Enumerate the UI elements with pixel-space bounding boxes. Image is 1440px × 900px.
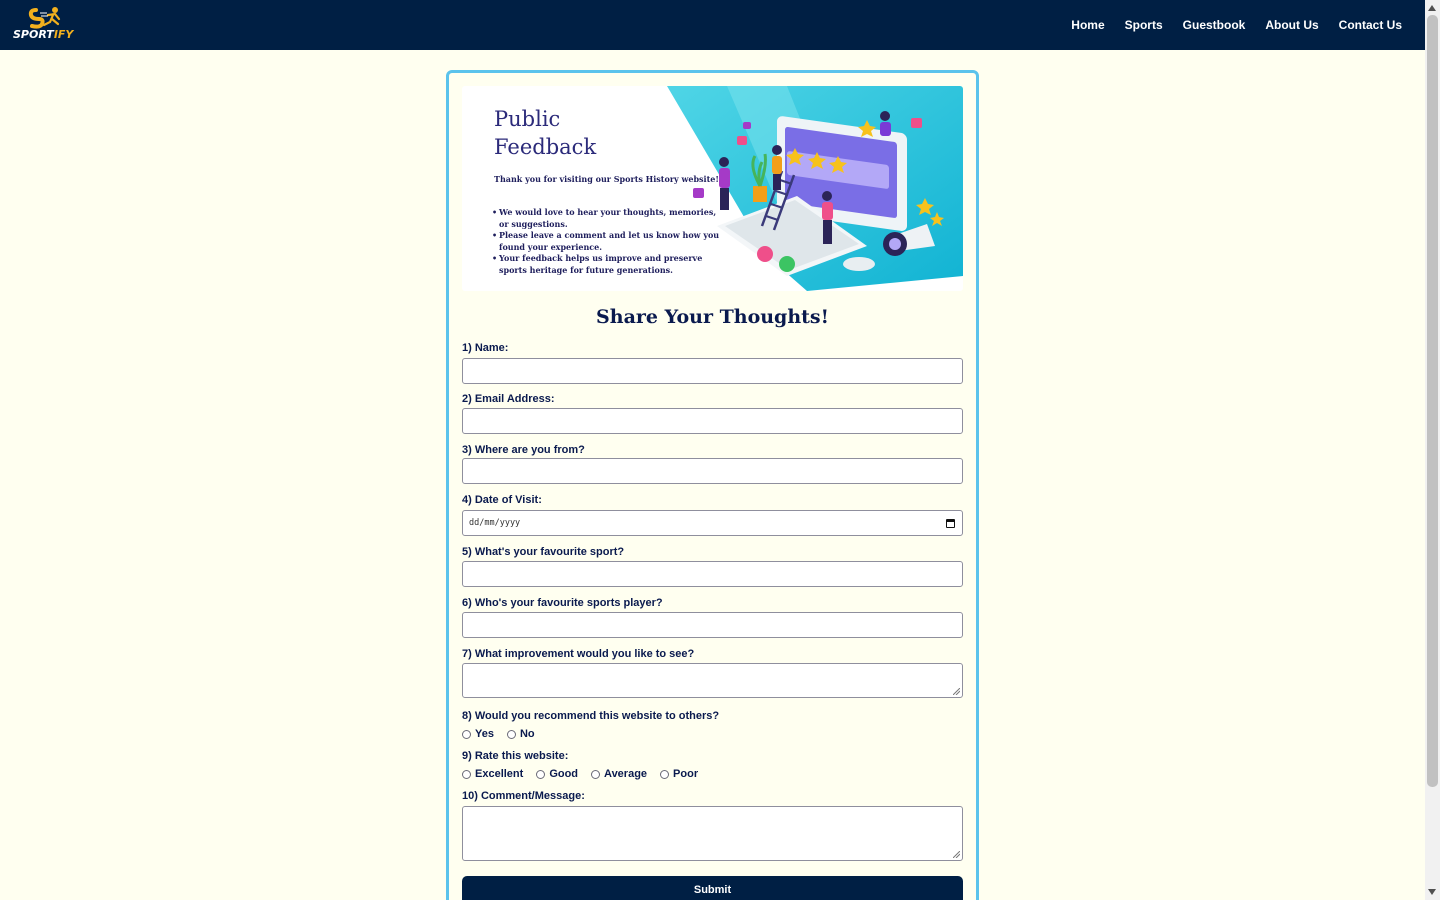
nav-links: Home Sports Guestbook About Us Contact U… bbox=[1051, 0, 1402, 50]
radio-circle-icon[interactable] bbox=[462, 769, 471, 779]
comment-textarea[interactable] bbox=[462, 806, 963, 861]
improvement-label: 7) What improvement would you like to se… bbox=[462, 648, 695, 660]
form-heading: Share Your Thoughts! bbox=[596, 306, 829, 328]
page-scrollbar[interactable] bbox=[1425, 0, 1440, 900]
nav-about-link[interactable]: About Us bbox=[1265, 18, 1318, 32]
recommend-no-option[interactable]: No bbox=[506, 728, 535, 740]
rating-radio-group: Excellent Good Average Poor bbox=[462, 768, 711, 780]
rating-label: 9) Rate this website: bbox=[462, 750, 569, 762]
radio-circle-icon[interactable] bbox=[506, 729, 516, 739]
scroll-up-arrow-icon[interactable] bbox=[1428, 5, 1436, 11]
improvement-textarea[interactable] bbox=[462, 663, 963, 698]
nav-contact-link[interactable]: Contact Us bbox=[1339, 18, 1402, 32]
favourite-sport-input[interactable] bbox=[462, 561, 963, 587]
recommend-radio-group: Yes No bbox=[462, 728, 548, 740]
favourite-sport-label: 5) What's your favourite sport? bbox=[462, 546, 625, 558]
nav-guestbook-link[interactable]: Guestbook bbox=[1183, 18, 1246, 32]
radio-circle-icon[interactable] bbox=[660, 769, 670, 779]
nav-sports-link[interactable]: Sports bbox=[1125, 18, 1163, 32]
visit-date-input[interactable]: dd/mm/yyyy bbox=[462, 510, 963, 536]
rating-good-option[interactable]: Good bbox=[536, 768, 578, 780]
resize-grip-icon[interactable] bbox=[953, 688, 960, 695]
radio-circle-icon[interactable] bbox=[591, 769, 601, 779]
email-label: 2) Email Address: bbox=[462, 393, 555, 405]
banner-title: Public Feedback bbox=[494, 107, 597, 159]
recommend-yes-option[interactable]: Yes bbox=[462, 728, 494, 740]
runner-logo-icon bbox=[28, 7, 61, 29]
location-input[interactable] bbox=[462, 458, 963, 484]
name-input[interactable] bbox=[462, 358, 963, 384]
recommend-label: 8) Would you recommend this website to o… bbox=[462, 710, 720, 722]
comment-label: 10) Comment/Message: bbox=[462, 790, 585, 802]
visit-date-placeholder: dd/mm/yyyy bbox=[469, 518, 521, 528]
scrollbar-thumb[interactable] bbox=[1427, 15, 1438, 787]
calendar-icon[interactable] bbox=[946, 518, 955, 528]
feedback-banner: Public Feedback Thank you for visiting o… bbox=[462, 86, 963, 291]
email-input[interactable] bbox=[462, 408, 963, 434]
top-navbar: SPORTIFY Home Sports Guestbook About Us … bbox=[0, 0, 1425, 50]
feedback-illustration-icon bbox=[667, 86, 963, 291]
rating-excellent-option[interactable]: Excellent bbox=[462, 768, 523, 780]
rating-poor-option[interactable]: Poor bbox=[660, 768, 698, 780]
radio-circle-icon[interactable] bbox=[462, 729, 471, 739]
favourite-player-input[interactable] bbox=[462, 612, 963, 638]
sportify-logo[interactable]: SPORTIFY bbox=[12, 6, 74, 44]
nav-home-link[interactable]: Home bbox=[1071, 18, 1104, 32]
submit-button[interactable]: Submit bbox=[462, 876, 963, 900]
radio-circle-icon[interactable] bbox=[536, 769, 546, 779]
logo-wordmark: SPORTIFY bbox=[13, 28, 74, 41]
visit-date-label: 4) Date of Visit: bbox=[462, 494, 542, 506]
location-label: 3) Where are you from? bbox=[462, 444, 585, 456]
favourite-player-label: 6) Who's your favourite sports player? bbox=[462, 597, 663, 609]
resize-grip-icon[interactable] bbox=[953, 851, 960, 858]
scroll-down-arrow-icon[interactable] bbox=[1428, 889, 1436, 895]
rating-average-option[interactable]: Average bbox=[591, 768, 647, 780]
name-label: 1) Name: bbox=[462, 342, 509, 354]
